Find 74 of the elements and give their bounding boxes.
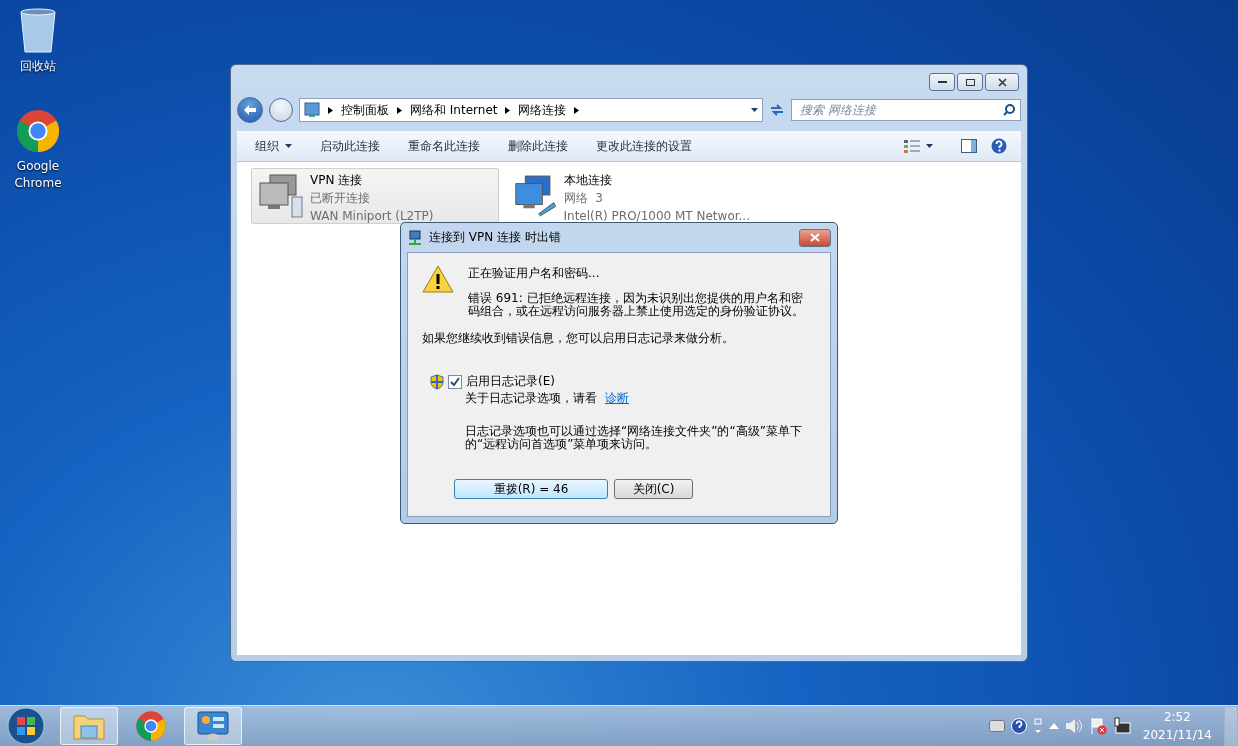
about-text: 关于日志记录选项，请看 <box>465 390 597 407</box>
connection-device: Intel(R) PRO/1000 MT Networ... <box>563 208 750 225</box>
caret-icon <box>285 144 292 148</box>
connection-status: 网络 3 <box>563 190 604 207</box>
folder-icon <box>73 712 105 740</box>
diagnose-link[interactable]: 诊断 <box>605 390 629 407</box>
shield-icon <box>430 373 444 390</box>
connection-name: 本地连接 <box>563 172 613 189</box>
close-button[interactable] <box>799 228 831 247</box>
preview-pane-icon[interactable] <box>961 139 977 153</box>
connection-item[interactable]: VPN 连接 已断开连接 WAN Miniport (L2TP) <box>251 168 499 224</box>
start-button[interactable] <box>6 706 46 746</box>
refresh-icon[interactable] <box>769 102 785 118</box>
breadcrumb-item[interactable]: 网络和 Internet <box>410 101 498 119</box>
keyboard-icon[interactable] <box>988 720 1005 732</box>
help-icon[interactable] <box>1010 718 1027 734</box>
minimize-button[interactable] <box>929 73 955 91</box>
chevron-right-icon <box>505 106 511 114</box>
network-connection-icon <box>407 229 423 246</box>
caret-icon <box>926 144 933 148</box>
chevron-right-icon <box>328 106 333 114</box>
logging-label[interactable]: 启用日志记录(E) <box>466 373 555 390</box>
error-message: 错误 691: 已拒绝远程连接，因为未识别出您提供的用户名和密码组合，或在远程访问服务器上禁止使用选定的身份验证协议。 <box>468 292 805 318</box>
desktop-icon-label[interactable]: Google Chrome <box>6 158 70 192</box>
chevron-right-icon <box>397 106 402 114</box>
dialog-button[interactable]: 重拨(R) = 46 <box>454 479 608 499</box>
chrome-logo-icon <box>15 108 61 154</box>
toolbar-button[interactable]: 启动此连接 <box>306 133 394 159</box>
toolbar-button[interactable]: 重命名此连接 <box>394 133 494 159</box>
close-icon <box>997 77 1007 87</box>
show-hidden-icons-icon[interactable] <box>1048 723 1059 729</box>
logging-checkbox[interactable] <box>448 374 462 389</box>
clock-time: 2:52 <box>1163 709 1191 726</box>
connection-status: 已断开连接 <box>310 190 371 207</box>
connection-item[interactable]: 本地连接 网络 3 Intel(R) PRO/1000 MT Networ... <box>507 168 755 224</box>
network-icon[interactable] <box>1112 717 1131 735</box>
chrome-logo-icon <box>135 710 167 742</box>
toolbar-button[interactable]: 组织 <box>241 133 306 159</box>
maximize-button[interactable] <box>957 73 983 91</box>
back-button[interactable] <box>237 97 263 123</box>
back-arrow-icon <box>244 105 256 115</box>
chevron-right-icon <box>574 106 580 114</box>
status-text: 正在验证用户名和密码... <box>468 267 601 280</box>
desktop-icon-label[interactable]: 回收站 <box>20 58 56 75</box>
taskbar-app[interactable] <box>184 707 242 745</box>
help-icon[interactable] <box>991 138 1007 154</box>
flag-error-icon[interactable] <box>1088 717 1107 735</box>
maximize-icon <box>965 78 975 86</box>
close-icon <box>810 233 820 242</box>
minimize-icon <box>937 80 947 84</box>
forward-button[interactable] <box>269 98 293 122</box>
breadcrumb-item[interactable]: 网络连接 <box>518 101 567 119</box>
clock-date: 2021/11/14 <box>1142 727 1212 744</box>
network-folder-icon <box>304 102 320 118</box>
breadcrumb-item[interactable]: 控制面板 <box>341 101 389 119</box>
toolbar-button[interactable]: 更改此连接的设置 <box>582 133 706 159</box>
search-field[interactable]: 搜索 网络连接 <box>791 99 1021 121</box>
vpn-computer-icon <box>256 171 304 219</box>
language-bar-icon[interactable] <box>1032 718 1043 734</box>
dialog-title: 连接到 VPN 连接 时出错 <box>429 229 562 246</box>
address-bar[interactable]: 控制面板 网络和 Internet 网络连接 <box>299 98 763 122</box>
connection-name: VPN 连接 <box>310 172 364 189</box>
note-text: 日志记录选项也可以通过选择“网络连接文件夹”的“高级”菜单下的“远程访问首选项”菜单项来访问。 <box>465 425 803 451</box>
warning-icon <box>422 265 454 293</box>
caret-icon <box>751 108 758 112</box>
connection-device: WAN Miniport (L2TP) <box>310 208 434 225</box>
close-button[interactable] <box>985 73 1019 91</box>
dialog-button[interactable]: 关闭(C) <box>614 479 693 499</box>
recycle-bin-icon <box>18 8 58 54</box>
control-panel-icon <box>197 711 229 741</box>
view-list-icon <box>904 139 920 153</box>
toolbar-button[interactable]: 删除此连接 <box>494 133 582 159</box>
search-icon <box>1003 104 1015 116</box>
hint-text: 如果您继续收到错误信息，您可以启用日志记录来做分析。 <box>422 330 735 347</box>
